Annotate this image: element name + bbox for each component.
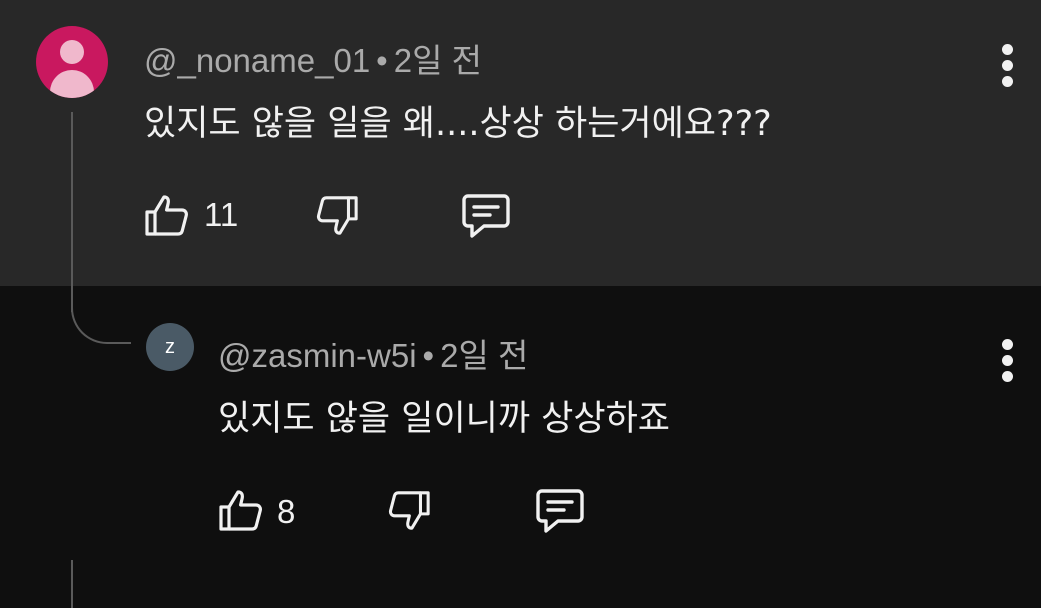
thread-line bbox=[71, 112, 73, 312]
comment-time[interactable]: 2일 전 bbox=[394, 42, 482, 79]
comment-text: 있지도 않을 일을 왜....상상 하는거에요??? bbox=[144, 104, 772, 144]
reply-text: 있지도 않을 일이니까 상상하죠 bbox=[218, 399, 670, 439]
more-vert-icon[interactable] bbox=[998, 339, 1018, 383]
reply-author-handle[interactable]: @zasmin-w5i bbox=[218, 337, 417, 374]
avatar-letter: z bbox=[165, 335, 175, 358]
thumbs-down-icon[interactable] bbox=[314, 194, 360, 238]
more-vert-icon[interactable] bbox=[998, 44, 1018, 88]
thumbs-up-icon[interactable] bbox=[143, 192, 191, 238]
like-count: 11 bbox=[204, 196, 239, 233]
avatar[interactable] bbox=[36, 26, 108, 98]
reply-icon[interactable] bbox=[460, 192, 512, 240]
meta-separator: • bbox=[376, 42, 388, 79]
comment-meta: @_noname_01 • 2일 전 bbox=[144, 34, 482, 82]
avatar[interactable]: z bbox=[146, 323, 194, 371]
reply-time[interactable]: 2일 전 bbox=[440, 337, 528, 374]
comment-author-handle[interactable]: @_noname_01 bbox=[144, 42, 370, 79]
reply-icon[interactable] bbox=[534, 487, 586, 535]
person-icon bbox=[60, 40, 84, 64]
thread-line-continued bbox=[71, 560, 73, 608]
reply-meta: @zasmin-w5i • 2일 전 bbox=[218, 329, 528, 377]
thumbs-down-icon[interactable] bbox=[386, 489, 432, 533]
thumbs-up-icon[interactable] bbox=[217, 487, 265, 533]
like-count: 8 bbox=[277, 493, 296, 530]
meta-separator: • bbox=[422, 337, 435, 374]
thread-connector bbox=[71, 292, 131, 344]
